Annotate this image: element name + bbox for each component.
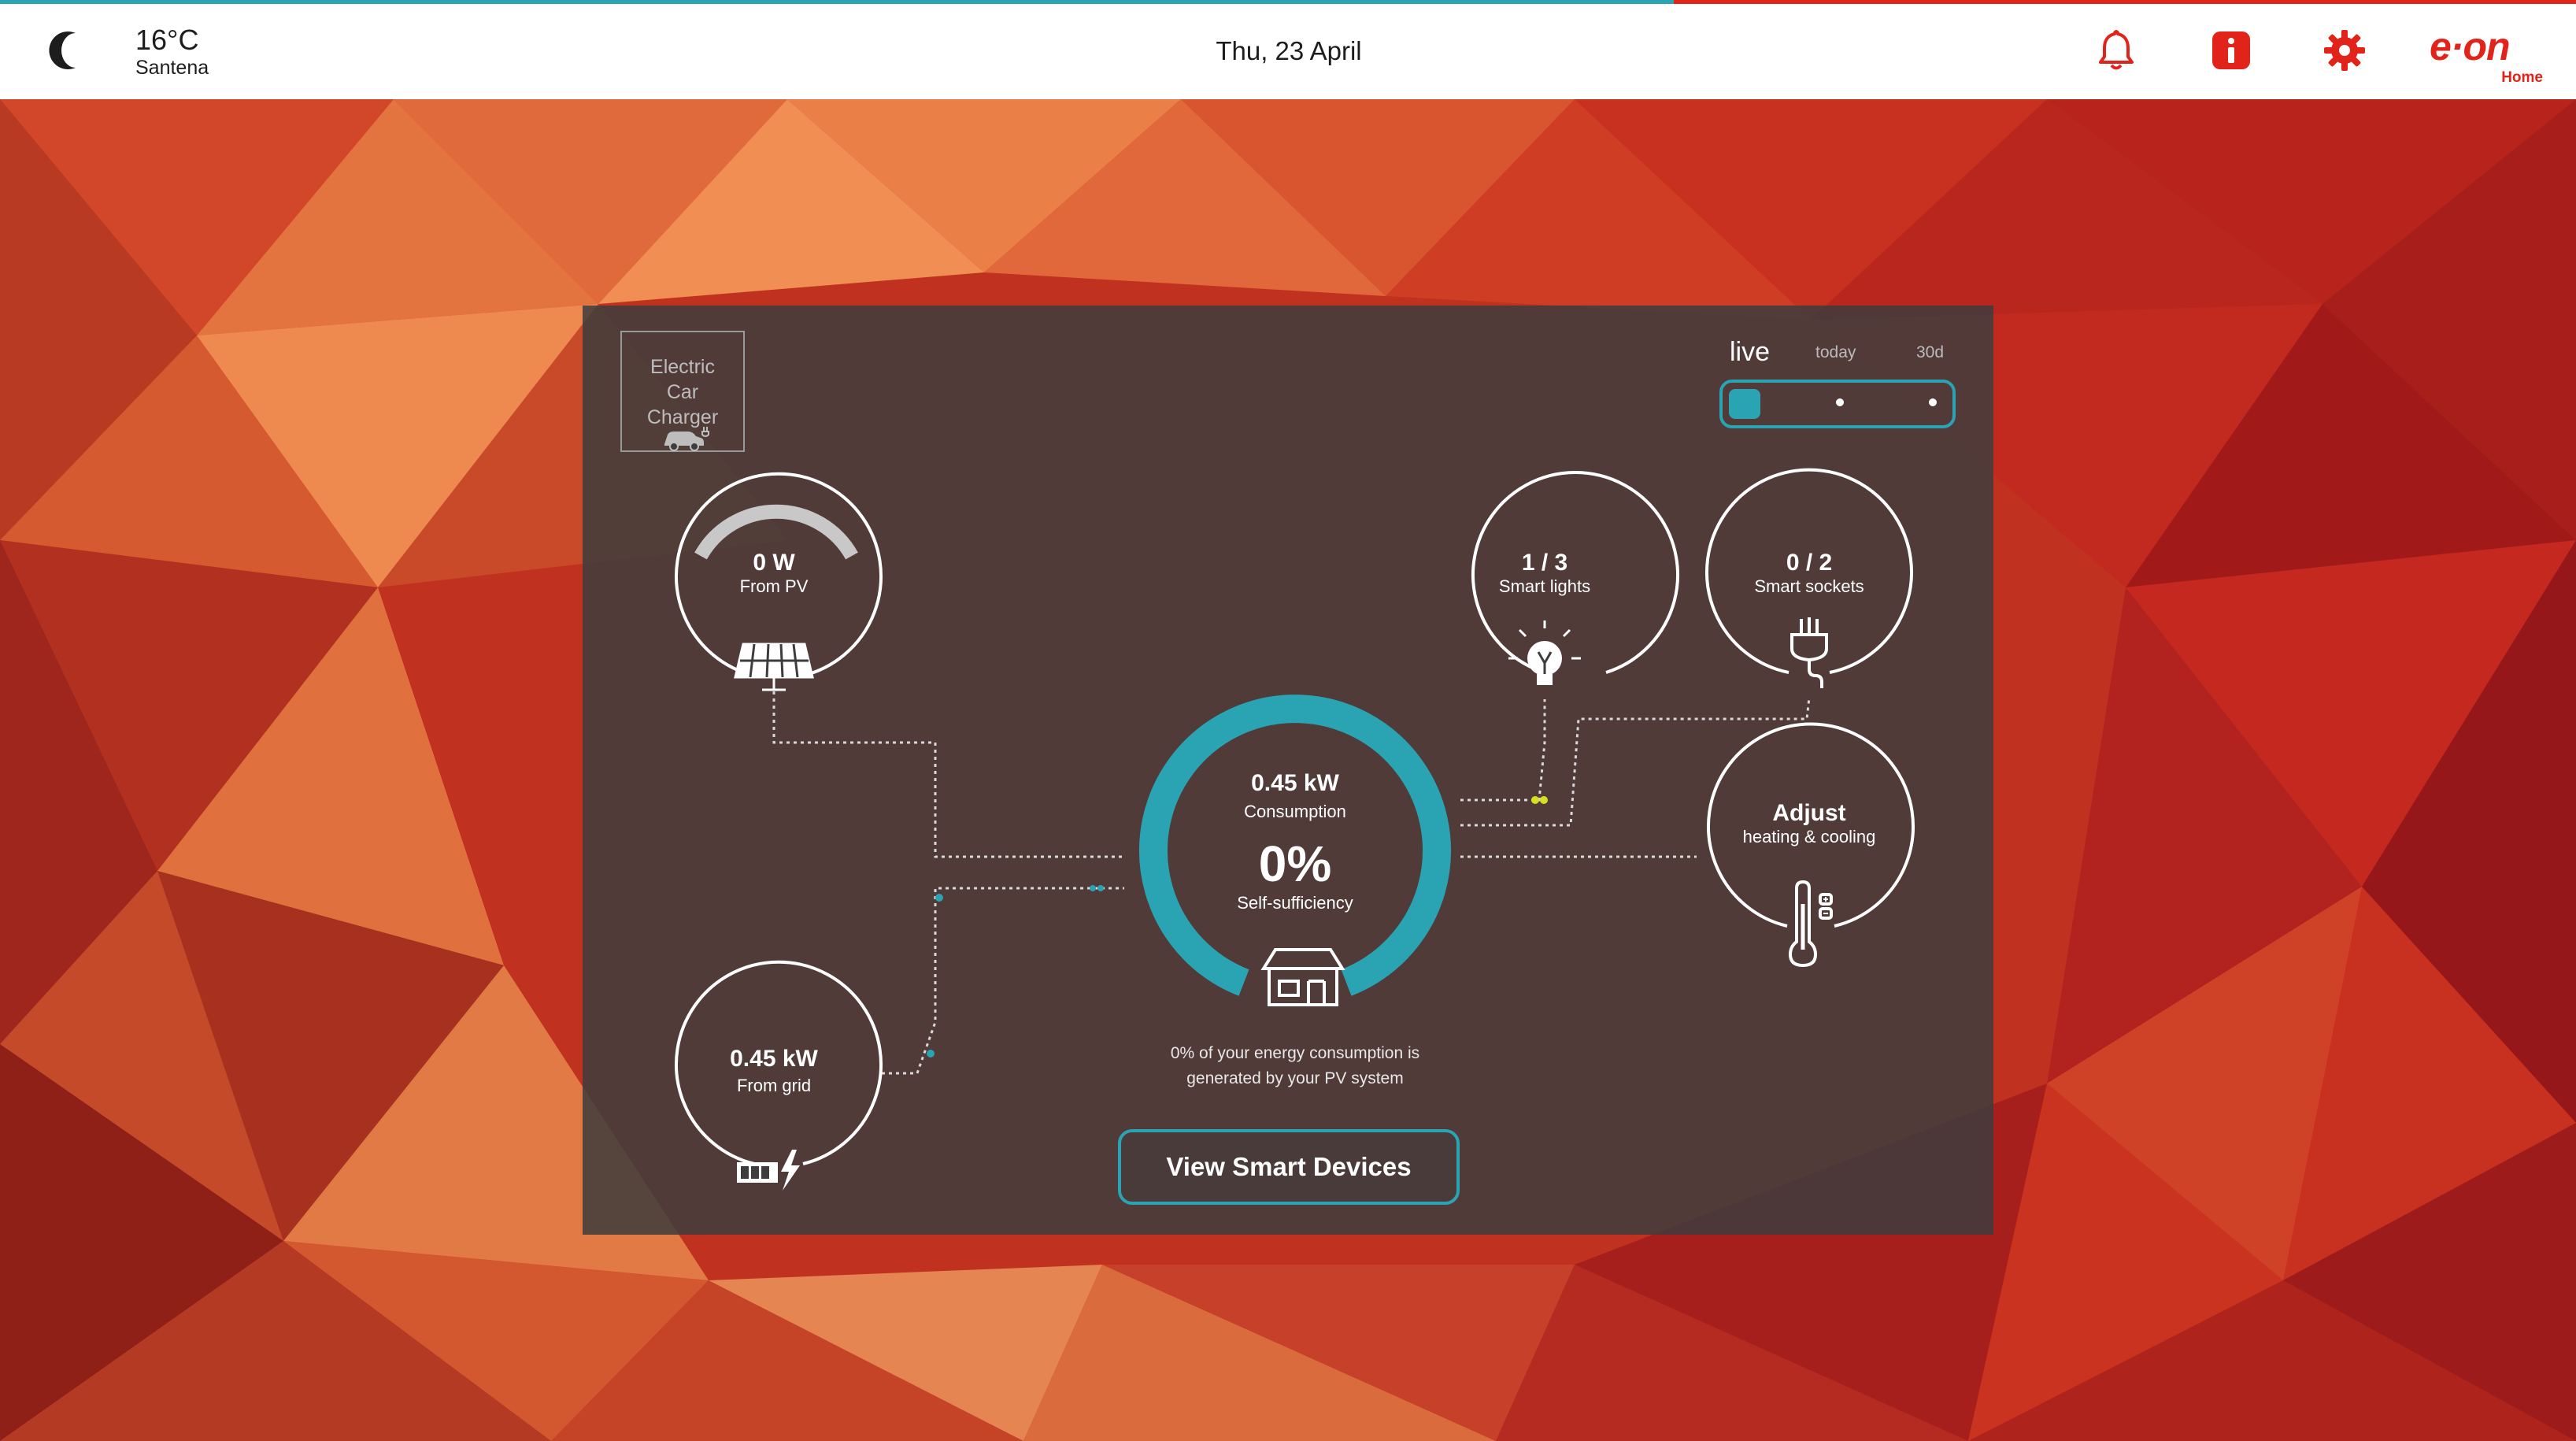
slider-knob[interactable] (1729, 389, 1760, 419)
consumption-label: Consumption (1244, 802, 1346, 821)
smart-sockets-tile[interactable]: 0 / 2 Smart sockets (1723, 550, 1896, 597)
view-smart-devices-button[interactable]: View Smart Devices (1118, 1129, 1460, 1205)
note-line1: 0% of your energy consumption is (1170, 1044, 1420, 1062)
info-icon[interactable] (2208, 27, 2255, 74)
slider-stop-today[interactable] (1836, 398, 1844, 406)
self-sufficiency-value: 0% (1258, 835, 1332, 892)
plug-icon (1790, 617, 1828, 688)
self-sufficiency-note: 0% of your energy consumption is generat… (1059, 1041, 1531, 1091)
solar-panel-icon (734, 643, 814, 691)
bell-icon[interactable] (2093, 27, 2140, 74)
grid-value: 0.45 kW (730, 1046, 818, 1072)
moon-icon (49, 31, 76, 69)
pv-tile[interactable]: 0 W From PV (695, 550, 853, 597)
grid-label: From grid (736, 1076, 812, 1095)
lights-label: Smart lights (1498, 576, 1591, 596)
consumption-value: 0.45 kW (1251, 770, 1339, 796)
time-range-slider[interactable] (1719, 380, 1956, 428)
consumption-tile: 0.45 kW Consumption 0% Self-sufficiency (1177, 770, 1413, 913)
thermometer-icon (1788, 880, 1833, 968)
gear-icon[interactable] (2321, 27, 2368, 74)
top-brand-line (1674, 0, 2576, 4)
eon-logo[interactable]: e·on Home (2430, 24, 2548, 88)
climate-label: heating & cooling (1742, 827, 1876, 846)
top-bar: 16°C Santena Thu, 23 April e·on Home (0, 0, 2576, 99)
pv-value: 0 W (753, 550, 795, 576)
grid-tile[interactable]: 0.45 kW From grid (695, 1046, 853, 1096)
logo-sub: Home (2501, 69, 2543, 86)
car-charger-icon (664, 427, 709, 451)
charger-label-line1: Electric (650, 356, 715, 378)
slider-stop-30d[interactable] (1929, 398, 1937, 406)
logo-text: e·on (2430, 24, 2511, 69)
note-line2: generated by your PV system (1186, 1069, 1404, 1087)
house-icon (1260, 948, 1345, 1006)
meter-bolt-icon (737, 1150, 800, 1191)
smart-lights-tile[interactable]: 1 / 3 Smart lights (1458, 550, 1631, 597)
top-accent-line (0, 0, 1674, 4)
pv-label: From PV (739, 576, 809, 596)
climate-tile[interactable]: Adjust heating & cooling (1723, 800, 1896, 847)
self-sufficiency-label: Self-sufficiency (1237, 893, 1353, 913)
sockets-value: 0 / 2 (1786, 550, 1833, 576)
lights-value: 1 / 3 (1521, 550, 1568, 576)
range-today[interactable]: today (1815, 343, 1856, 362)
current-date: Thu, 23 April (1216, 36, 1362, 65)
sockets-label: Smart sockets (1754, 576, 1864, 596)
range-live[interactable]: live (1730, 337, 1770, 368)
temperature: 16°C (135, 24, 199, 56)
range-30d[interactable]: 30d (1916, 343, 1944, 362)
climate-title: Adjust (1772, 800, 1846, 826)
charger-label-line2: Car (666, 381, 699, 403)
energy-dashboard: Electric Car Charger live today 30d 0 W … (583, 306, 1993, 1235)
lightbulb-icon (1508, 620, 1581, 685)
location: Santena (135, 57, 209, 79)
